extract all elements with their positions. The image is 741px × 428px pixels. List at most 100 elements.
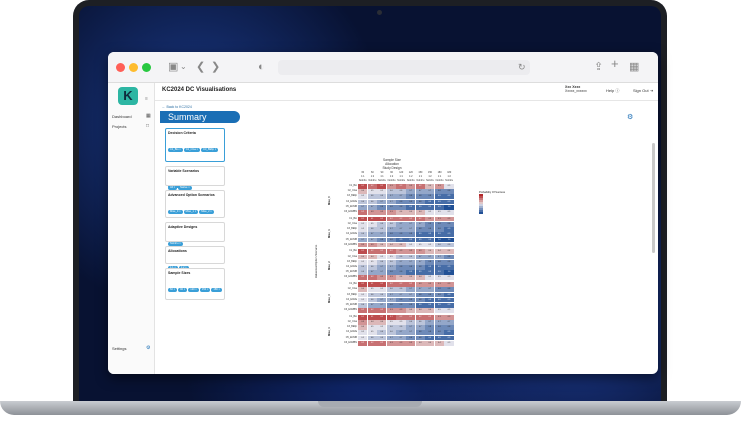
heatmap-cell[interactable]: 0.8	[444, 287, 454, 293]
heatmap-cell[interactable]: 0.7	[396, 221, 406, 227]
heatmap-cell[interactable]: 0.4	[415, 340, 425, 346]
heatmap-cell[interactable]: 0.3	[367, 242, 377, 248]
heatmap-cell[interactable]: 0.8	[396, 204, 406, 210]
heatmap-cell[interactable]: 0.4	[434, 249, 444, 255]
heatmap-cell[interactable]: 0.1	[358, 184, 368, 189]
heatmap-cell[interactable]: 0.6	[386, 259, 396, 265]
heatmap-cell[interactable]: 0.7	[425, 320, 435, 325]
heatmap-cell[interactable]: 0.5	[386, 320, 396, 325]
heatmap-cell[interactable]: 0.3	[434, 184, 444, 189]
heatmap-cell[interactable]: 0.7	[406, 227, 416, 232]
heatmap-cell[interactable]: 0.7	[367, 237, 377, 243]
back-arrow-icon[interactable]: ❮	[196, 60, 205, 74]
chevron-down-icon[interactable]: ⌄	[180, 60, 187, 74]
heatmap-cell[interactable]: 0.8	[444, 259, 454, 265]
heatmap-cell[interactable]: 0.4	[396, 210, 406, 215]
heatmap-cell[interactable]: 0.7	[406, 287, 416, 293]
heatmap-cell[interactable]: 0.1	[367, 282, 377, 287]
heatmap-cell[interactable]: 1.0	[444, 237, 454, 243]
heatmap-cell[interactable]: 0.7	[377, 232, 387, 238]
heatmap-cell[interactable]: 0.6	[396, 254, 406, 260]
heatmap-cell[interactable]: 0.3	[444, 282, 454, 287]
heatmap-cell[interactable]: 1.0	[444, 270, 454, 275]
heatmap-cell[interactable]: 0.5	[358, 194, 368, 200]
heatmap-cell[interactable]: 0.8	[377, 204, 387, 210]
heatmap-cell[interactable]: 0.6	[358, 199, 368, 205]
heatmap-cell[interactable]: 0.8	[406, 335, 416, 341]
heatmap-cell[interactable]: 0.4	[406, 308, 416, 313]
heatmap-cell[interactable]: 0.5	[377, 325, 387, 330]
heatmap-cell[interactable]: 0.6	[396, 325, 406, 330]
heatmap-cell[interactable]: 0.2	[396, 184, 406, 189]
heatmap-cell[interactable]: 0.6	[444, 242, 454, 248]
heatmap-cell[interactable]: 0.7	[425, 189, 435, 194]
heatmap-cell[interactable]: 0.7	[358, 204, 368, 210]
heatmap-cell[interactable]: 0.2	[415, 184, 425, 189]
heatmap-cell[interactable]: 0.8	[415, 265, 425, 270]
heatmap-cell[interactable]: 0.3	[425, 216, 435, 222]
filter-chip[interactable]: Mise_1 ×	[183, 210, 199, 214]
heatmap-cell[interactable]: 0.8	[425, 221, 435, 227]
heatmap-cell[interactable]: 1.0	[434, 237, 444, 243]
heatmap-cell[interactable]: 0.8	[406, 297, 416, 303]
heatmap-cell[interactable]: 0.4	[425, 184, 435, 189]
heatmap-cell[interactable]: 0.9	[444, 199, 454, 205]
heatmap-cell[interactable]: 0.3	[406, 184, 416, 189]
user-menu[interactable]: Xxx Xxxx Xxxxx_xxxxxx	[565, 85, 587, 93]
heatmap-cell[interactable]: 0.4	[406, 275, 416, 281]
heatmap-cell[interactable]: 0.7	[377, 199, 387, 205]
heatmap-cell[interactable]: 0.9	[406, 270, 416, 275]
heatmap-cell[interactable]: 0.2	[358, 308, 368, 313]
heatmap-cell[interactable]: 0.3	[358, 242, 368, 248]
heatmap-cell[interactable]: 0.9	[434, 270, 444, 275]
heatmap-cell[interactable]: 0.3	[386, 184, 396, 189]
heatmap-cell[interactable]: 0.7	[396, 292, 406, 298]
heatmap-cell[interactable]: 0.6	[415, 320, 425, 325]
heatmap-cell[interactable]: 0.7	[406, 189, 416, 194]
heatmap-cell[interactable]: 0.7	[396, 259, 406, 265]
vertical-scrollbar[interactable]	[652, 143, 655, 253]
heatmap-cell[interactable]: 0.5	[425, 242, 435, 248]
heatmap-cell[interactable]: 0.5	[377, 189, 387, 194]
heatmap-cell[interactable]: 0.6	[377, 259, 387, 265]
heatmap-cell[interactable]: 0.8	[434, 189, 444, 194]
filter-chip[interactable]: 150 ×	[199, 288, 211, 292]
heatmap-cell[interactable]: 0.9	[406, 237, 416, 243]
heatmap-cell[interactable]: 0.6	[367, 335, 377, 341]
heatmap-cell[interactable]: 0.9	[444, 265, 454, 270]
heatmap-cell[interactable]: 0.8	[434, 330, 444, 336]
heatmap-cell[interactable]: 0.2	[377, 249, 387, 255]
heatmap-cell[interactable]: 0.7	[367, 302, 377, 308]
heatmap-cell[interactable]: 0.8	[396, 199, 406, 205]
sidebar-item-settings[interactable]: Settings ⚙	[108, 345, 154, 353]
heatmap-cell[interactable]: 0.4	[415, 275, 425, 281]
heatmap-cell[interactable]: 0.9	[425, 199, 435, 205]
heatmap-cell[interactable]: 0.4	[358, 189, 368, 194]
heatmap-cell[interactable]: 0.7	[415, 259, 425, 265]
heatmap-cell[interactable]: 0.5	[367, 330, 377, 336]
sidebar-item-dashboard[interactable]: Dashboard ▦	[108, 113, 154, 121]
heatmap-cell[interactable]: 0.1	[367, 216, 377, 222]
heatmap-cell[interactable]: 0.2	[396, 314, 406, 320]
heatmap-cell[interactable]: 0.8	[425, 325, 435, 330]
heatmap-cell[interactable]: 0.7	[415, 254, 425, 260]
heatmap-cell[interactable]: 0.6	[386, 287, 396, 293]
heatmap-cell[interactable]: 0.6	[386, 189, 396, 194]
heatmap-cell[interactable]: 0.9	[425, 270, 435, 275]
heatmap-cell[interactable]: 0.3	[386, 210, 396, 215]
heatmap-cell[interactable]: 0.7	[367, 270, 377, 275]
heatmap-cell[interactable]: 0.7	[415, 221, 425, 227]
heatmap-cell[interactable]: 0.7	[367, 204, 377, 210]
help-button[interactable]: Help ⓘ	[606, 88, 619, 94]
filter-chip[interactable]: 90 ×	[178, 288, 188, 292]
heatmap-cell[interactable]: 0.9	[444, 302, 454, 308]
heatmap-cell[interactable]: 0.4	[434, 340, 444, 346]
heatmap-cell[interactable]: 0.6	[358, 265, 368, 270]
heatmap-cell[interactable]: 0.1	[386, 314, 396, 320]
heatmap-cell[interactable]: 0.7	[425, 254, 435, 260]
heatmap-cell[interactable]: 0.8	[386, 232, 396, 238]
heatmap-cell[interactable]: 0.6	[367, 265, 377, 270]
heatmap-cell[interactable]: 0.6	[367, 292, 377, 298]
heatmap-cell[interactable]: 0.3	[396, 340, 406, 346]
heatmap-cell[interactable]: 0.7	[386, 227, 396, 232]
